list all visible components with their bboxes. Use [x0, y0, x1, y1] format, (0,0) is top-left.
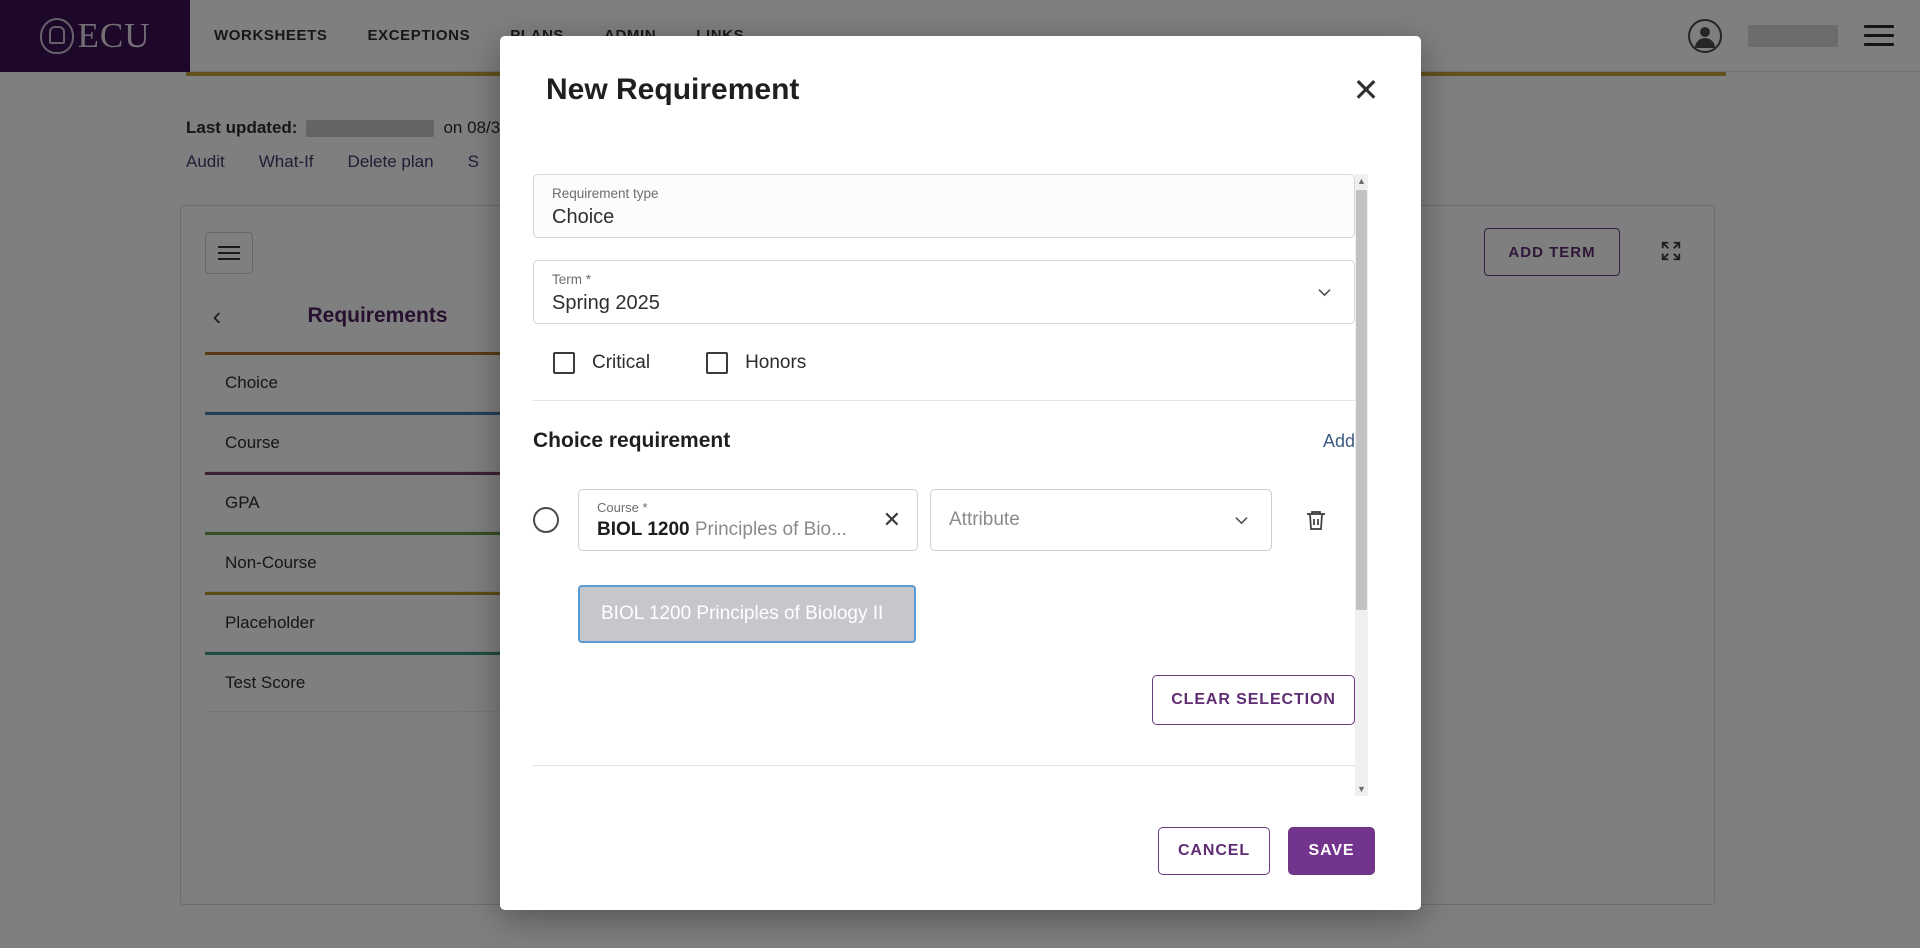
course-autocomplete-dropdown[interactable]: BIOL 1200 Principles of Biology II: [578, 585, 916, 643]
scrollbar-down-arrow-icon[interactable]: ▼: [1355, 782, 1368, 796]
autocomplete-option[interactable]: BIOL 1200 Principles of Biology II: [583, 590, 911, 638]
dialog-scrollbar[interactable]: ▲ ▼: [1355, 174, 1368, 796]
dialog-scroll-area: Requirement type Choice Term * Spring 20…: [533, 174, 1375, 796]
clear-selection-button[interactable]: CLEAR SELECTION: [1152, 675, 1355, 725]
scrollbar-up-arrow-icon[interactable]: ▲: [1355, 174, 1368, 188]
new-requirement-dialog: New Requirement ✕ Requirement type Choic…: [500, 36, 1421, 910]
dialog-title: New Requirement: [546, 73, 800, 106]
dialog-footer: CANCEL SAVE: [500, 806, 1421, 910]
close-icon[interactable]: ✕: [1347, 71, 1385, 109]
choice-requirement-title: Choice requirement: [533, 429, 731, 452]
cancel-button[interactable]: CANCEL: [1158, 827, 1270, 875]
checkbox-box-icon: [706, 352, 729, 374]
chevron-down-icon[interactable]: [1315, 283, 1334, 302]
add-choice-link[interactable]: Add: [1323, 431, 1355, 452]
course-input-value: BIOL 1200 Principles of Bio...: [597, 516, 873, 543]
choice-requirement-header: Choice requirement Add: [533, 429, 1355, 453]
course-input-label: Course *: [597, 500, 648, 515]
honors-checkbox[interactable]: Honors: [706, 352, 806, 374]
course-code: BIOL 1200: [597, 519, 690, 540]
section-divider: [533, 400, 1355, 401]
choice-radio-button[interactable]: [533, 507, 559, 533]
choice-item-row: Course * BIOL 1200 Principles of Bio... …: [533, 489, 1355, 643]
clear-selection-row: CLEAR SELECTION: [533, 675, 1355, 725]
course-input[interactable]: Course * BIOL 1200 Principles of Bio... …: [578, 489, 918, 551]
term-value: Spring 2025: [552, 292, 660, 314]
save-button[interactable]: SAVE: [1288, 827, 1375, 875]
course-title: Principles of Bio...: [694, 519, 847, 540]
scrollbar-thumb[interactable]: [1356, 190, 1367, 610]
honors-label: Honors: [745, 352, 807, 373]
bottom-divider: [533, 765, 1355, 766]
chevron-down-icon[interactable]: [1232, 511, 1251, 530]
clear-course-icon[interactable]: ✕: [883, 509, 901, 531]
attribute-placeholder: Attribute: [949, 509, 1020, 530]
attribute-select[interactable]: Attribute: [930, 489, 1272, 551]
dialog-header: New Requirement ✕: [500, 36, 1421, 144]
critical-label: Critical: [592, 352, 651, 373]
critical-checkbox[interactable]: Critical: [553, 352, 650, 374]
requirement-type-field[interactable]: Requirement type Choice: [533, 174, 1355, 238]
flags-row: Critical Honors: [553, 352, 1355, 374]
term-select[interactable]: Term * Spring 2025: [533, 260, 1355, 324]
requirement-type-label: Requirement type: [552, 186, 659, 201]
delete-choice-icon[interactable]: [1304, 507, 1328, 533]
checkbox-box-icon: [553, 352, 575, 374]
dialog-body: Requirement type Choice Term * Spring 20…: [500, 144, 1421, 806]
requirement-type-value: Choice: [552, 206, 615, 228]
term-label: Term *: [552, 272, 592, 287]
